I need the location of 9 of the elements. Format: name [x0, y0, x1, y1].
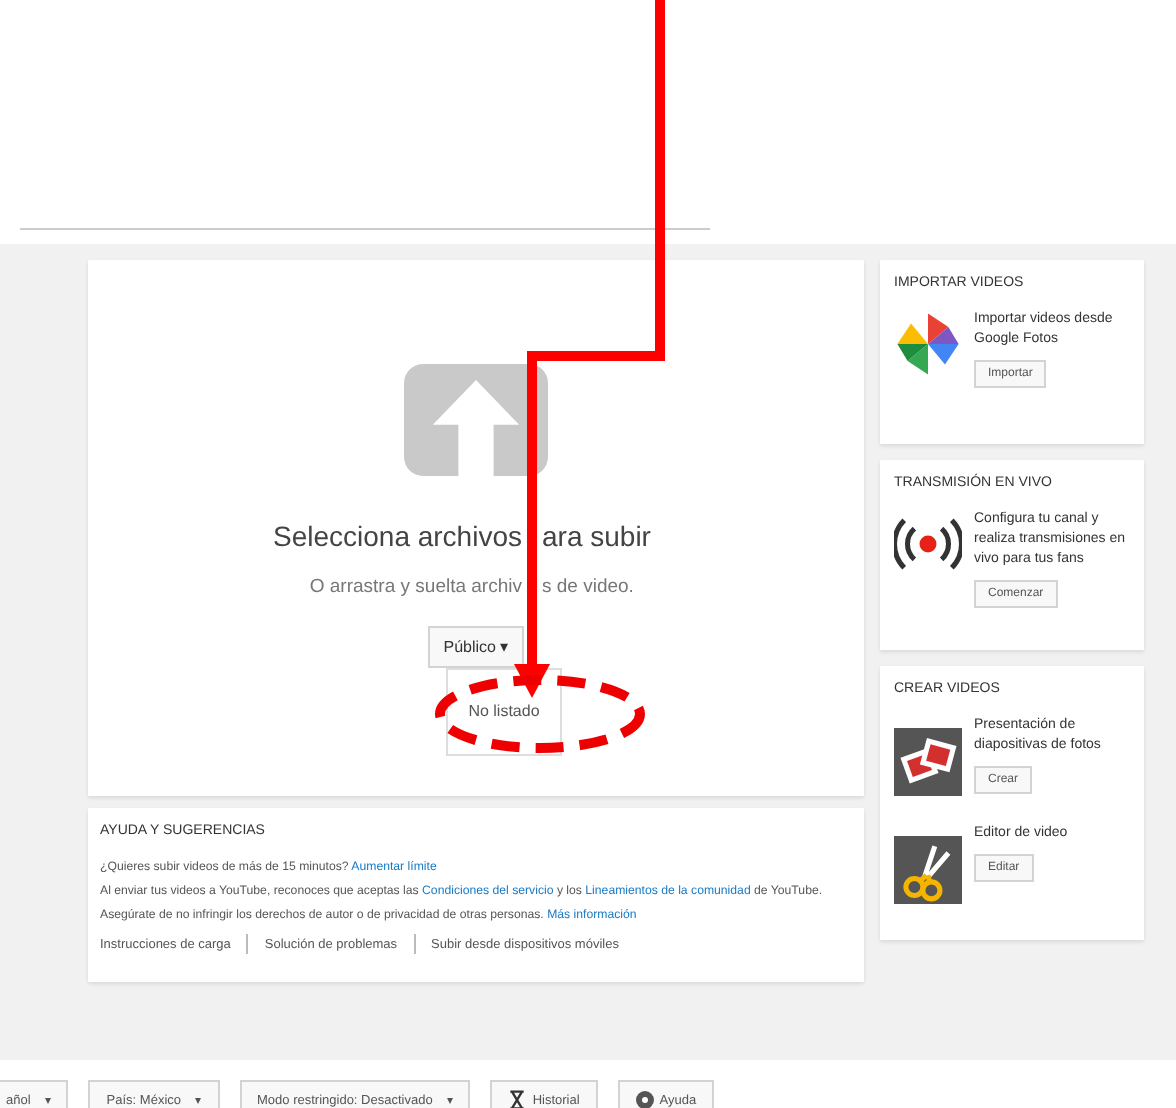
upload-subtitle: O arrastra y suelta archiv: [309, 576, 522, 598]
upload-title: ara subir: [542, 520, 653, 552]
privacy-dropdown[interactable]: Público ▾: [427, 626, 525, 668]
upload-icon[interactable]: [404, 364, 548, 476]
pinwheel-icon: [894, 310, 962, 378]
hourglass-icon: [508, 1090, 527, 1108]
upload-title: Selecciona archivos: [272, 520, 522, 552]
privacy-option[interactable]: No listado: [448, 698, 560, 726]
upload-subtitle: s de video.: [542, 576, 636, 598]
